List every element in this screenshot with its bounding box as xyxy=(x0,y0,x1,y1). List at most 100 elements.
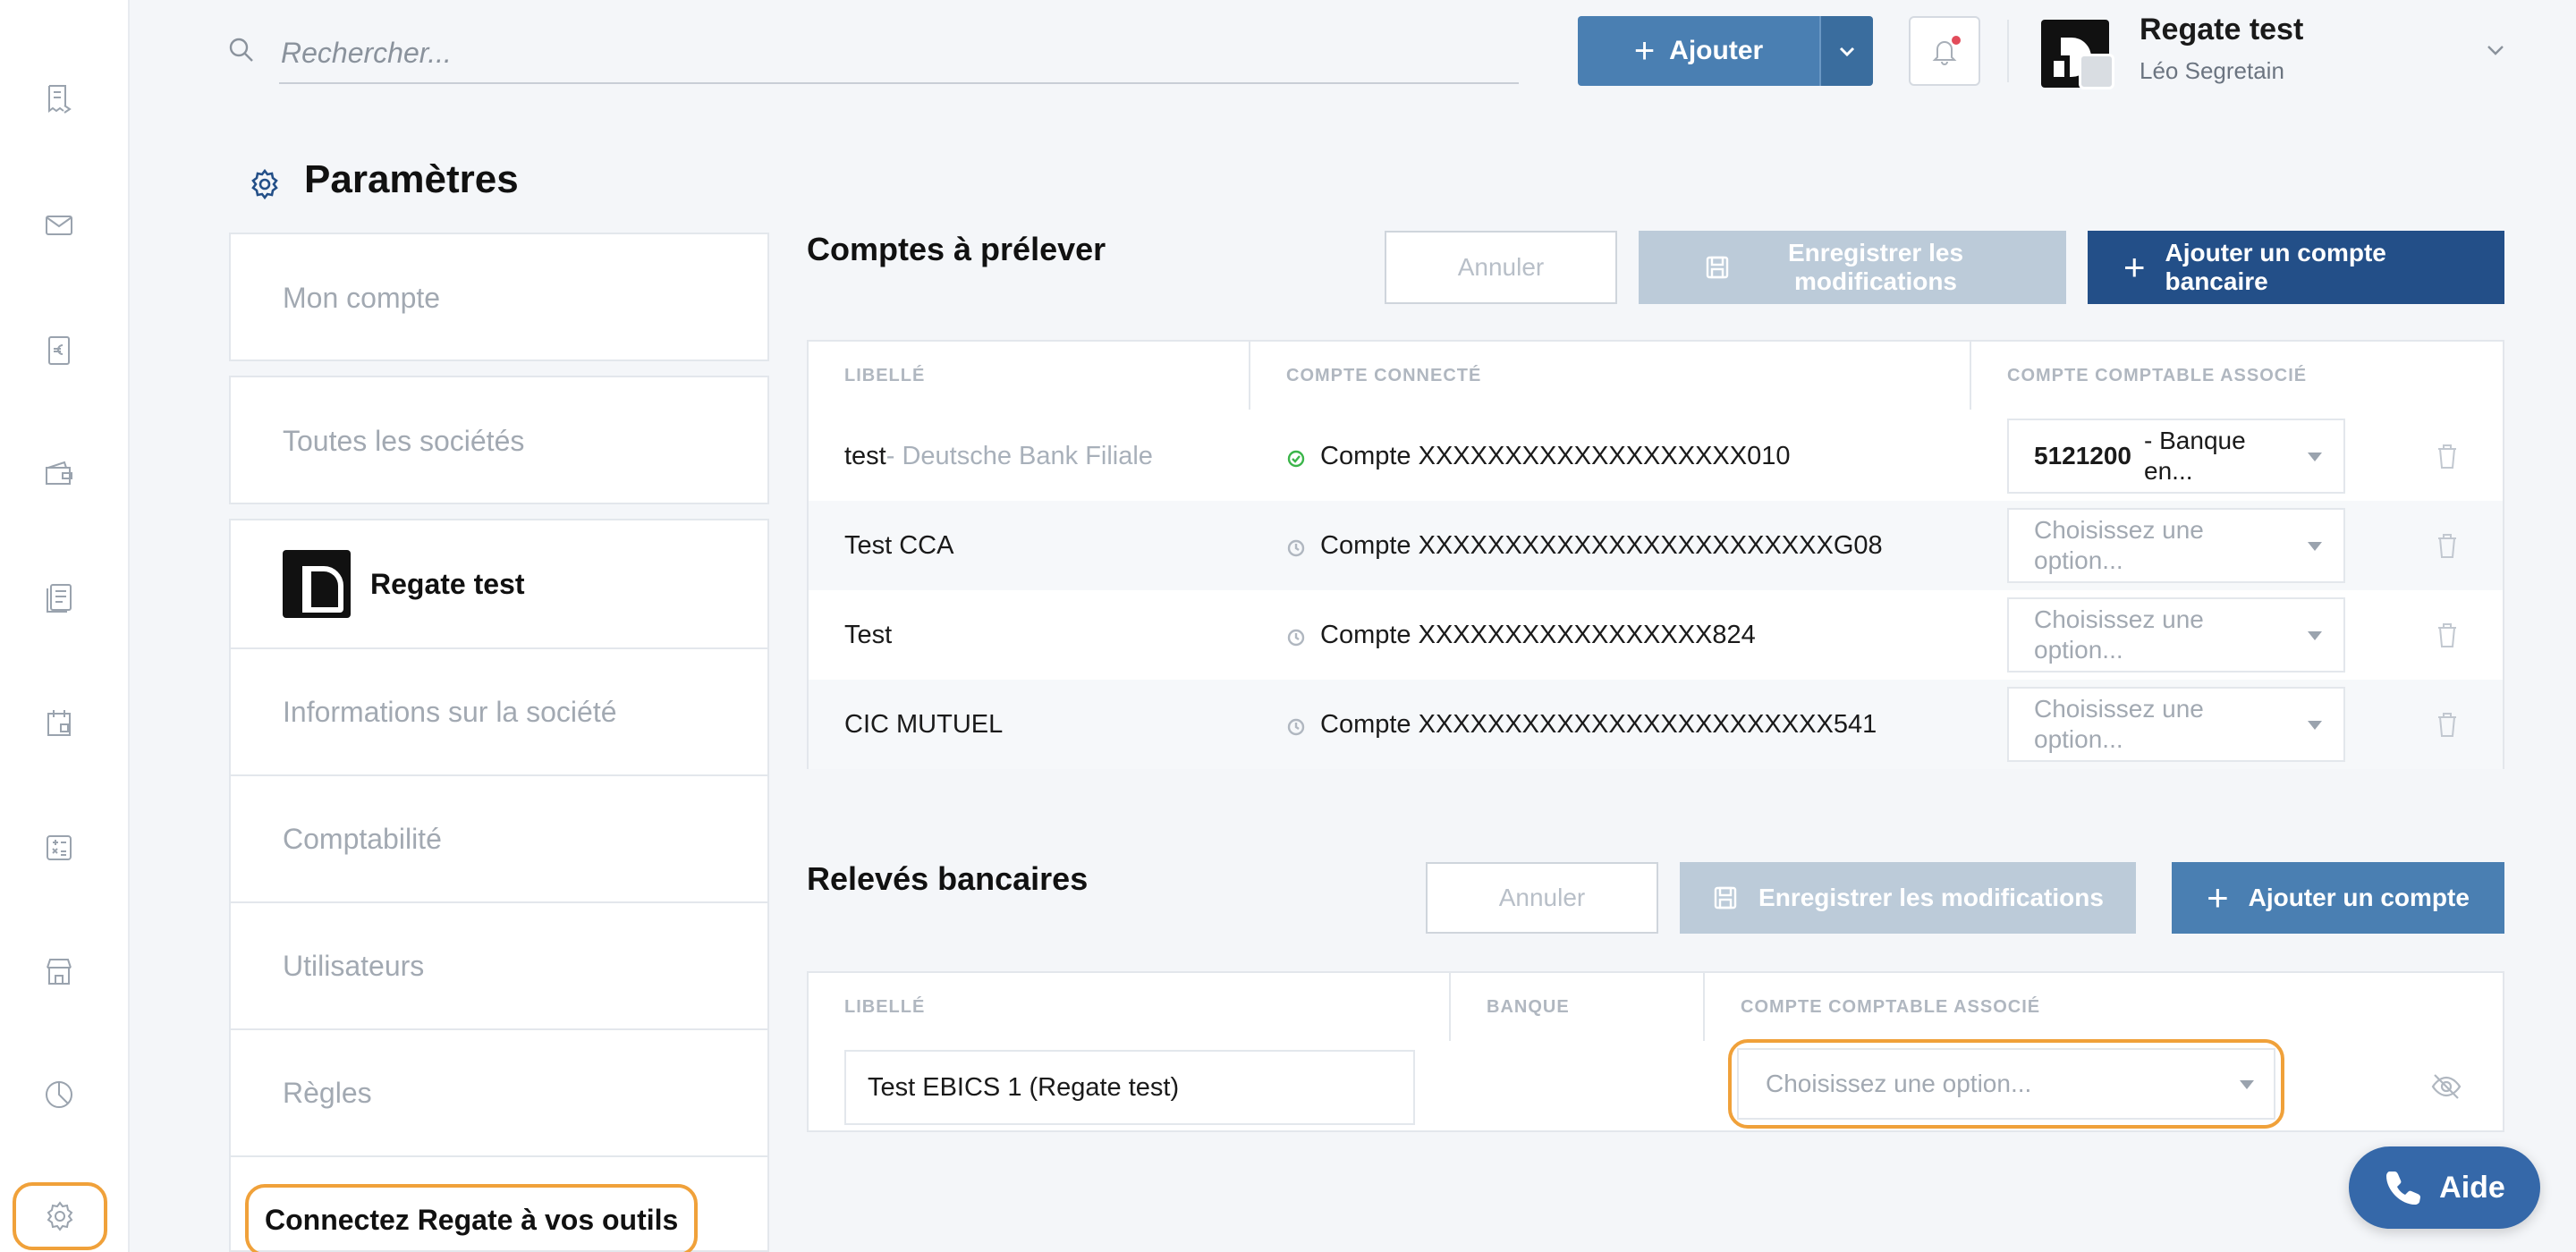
notification-dot xyxy=(1952,36,1961,45)
nav-item-company-info[interactable]: Informations sur la société xyxy=(231,647,767,774)
search-input[interactable] xyxy=(279,23,1519,84)
plus-icon: + xyxy=(2207,876,2229,918)
notifications-button[interactable] xyxy=(1909,16,1980,86)
row-account-cell: Compte XXXXXXXXXXXXXXXXXXX010 xyxy=(1286,411,1791,501)
row-label: CIC MUTUEL xyxy=(844,709,1004,739)
nav-card-company-settings: Regate test Informations sur la société … xyxy=(229,519,769,1252)
add-bank-account-label: Ajouter un compte bancaire xyxy=(2165,238,2386,295)
caret-down-icon xyxy=(2308,453,2322,461)
nav-item-users[interactable]: Utilisateurs xyxy=(231,901,767,1028)
row-label: Test xyxy=(844,620,893,649)
statement-ledger-select-highlight: Choisissez une option... xyxy=(1728,1039,2284,1129)
row-label: Test CCA xyxy=(844,530,954,560)
help-button[interactable]: Aide xyxy=(2349,1146,2540,1229)
calendar-icon[interactable] xyxy=(36,699,82,746)
current-company-name: Regate test xyxy=(2140,13,2304,47)
documents-icon[interactable] xyxy=(36,574,82,621)
nav-company-name: Regate test xyxy=(370,567,525,600)
column-separator xyxy=(1703,973,1705,1041)
avatar[interactable] xyxy=(2079,54,2114,89)
select-placeholder: Choisissez une option... xyxy=(1766,1070,2032,1097)
table-row: Test EBICS 1 (Regate test) Choisissez un… xyxy=(809,1039,2503,1132)
bank-statements-table: Libellé Banque Compte comptable associé … xyxy=(807,971,2504,1132)
trash-icon[interactable] xyxy=(2431,529,2463,562)
nav-item-accounting[interactable]: Comptabilité xyxy=(231,774,767,901)
ledger-label: - Banque en... xyxy=(2144,427,2246,485)
trash-icon[interactable] xyxy=(2431,708,2463,740)
plus-icon: + xyxy=(2123,246,2146,288)
ledger-account-select[interactable]: Choisissez une option... xyxy=(2007,597,2345,673)
add-button-label: Ajouter xyxy=(1669,36,1764,65)
table-row: CIC MUTUEL Compte XXXXXXXXXXXXXXXXXXXXXX… xyxy=(809,680,2503,769)
add-dropdown-toggle[interactable] xyxy=(1819,16,1873,86)
nav-card-companies: Toutes les sociétés xyxy=(229,376,769,504)
calculator-icon[interactable] xyxy=(36,825,82,871)
nav-item-all-companies[interactable]: Toutes les sociétés xyxy=(231,377,767,504)
statements-cancel-button[interactable]: Annuler xyxy=(1426,862,1658,934)
phone-icon xyxy=(2386,1172,2421,1205)
save-icon xyxy=(1714,886,1737,909)
nav-company-header[interactable]: Regate test xyxy=(231,520,767,647)
statements-save-label: Enregistrer les modifications xyxy=(1758,884,2104,911)
nav-item-my-account[interactable]: Mon compte xyxy=(231,234,767,361)
ledger-account-select[interactable]: Choisissez une option... xyxy=(2007,687,2345,762)
bank-statements-title: Relevés bancaires xyxy=(807,860,1089,897)
trash-icon[interactable] xyxy=(2431,440,2463,472)
col-header-ledger-account: Compte comptable associé xyxy=(1741,996,2041,1017)
caret-down-icon xyxy=(2240,1080,2254,1089)
connected-check-icon xyxy=(1286,446,1306,468)
eye-off-icon[interactable] xyxy=(2429,1070,2463,1104)
add-bank-account-button[interactable]: + Ajouter un compte bancaire xyxy=(2088,231,2504,304)
nav-item-rules[interactable]: Règles xyxy=(231,1028,767,1155)
invoices-icon[interactable] xyxy=(36,75,82,122)
nav-card-account: Mon compte xyxy=(229,233,769,361)
store-icon[interactable] xyxy=(36,948,82,994)
add-button[interactable]: + Ajouter xyxy=(1578,16,1819,86)
add-account-label: Ajouter un compte xyxy=(2248,884,2470,911)
row-account-cell: Compte XXXXXXXXXXXXXXXXXXXXXXXXG08 xyxy=(1286,501,1883,590)
pending-clock-icon xyxy=(1286,625,1306,647)
ledger-account-select[interactable]: 5121200 - Banque en... xyxy=(2007,419,2345,494)
wallet-icon[interactable] xyxy=(36,451,82,497)
col-header-label: Libellé xyxy=(844,365,926,385)
row-account-cell: Compte XXXXXXXXXXXXXXXXX824 xyxy=(1286,590,1756,680)
table-row: Test Compte XXXXXXXXXXXXXXXXX824 Choisis… xyxy=(809,590,2503,680)
settings-icon[interactable] xyxy=(13,1182,107,1250)
pie-chart-icon[interactable] xyxy=(36,1071,82,1118)
add-account-button[interactable]: + Ajouter un compte xyxy=(2172,862,2504,934)
page-title: Paramètres xyxy=(304,157,519,201)
plus-icon: + xyxy=(1633,31,1656,71)
statement-label-input[interactable]: Test EBICS 1 (Regate test) xyxy=(844,1050,1415,1125)
table-row: Test CCA Compte XXXXXXXXXXXXXXXXXXXXXXXX… xyxy=(809,501,2503,590)
pending-clock-icon xyxy=(1286,536,1306,557)
chevron-down-icon xyxy=(1839,47,1855,57)
column-separator xyxy=(1249,342,1250,410)
ledger-account-select[interactable]: Choisissez une option... xyxy=(2007,508,2345,583)
row-label-cell: test - Deutsche Bank Filiale xyxy=(844,411,1153,501)
caret-down-icon xyxy=(2308,631,2322,640)
row-account-number: Compte XXXXXXXXXXXXXXXXX824 xyxy=(1320,620,1756,649)
profile-chevron-down-icon[interactable] xyxy=(2483,38,2508,63)
col-header-connected-account: Compte connecté xyxy=(1286,365,1482,385)
caret-down-icon xyxy=(2308,721,2322,730)
nav-item-integrations-label: Connectez Regate à vos outils xyxy=(245,1183,699,1252)
table-row: test - Deutsche Bank Filiale Compte XXXX… xyxy=(809,411,2503,501)
search-icon xyxy=(227,36,256,64)
current-user-name: Léo Segretain xyxy=(2140,57,2284,84)
trash-icon[interactable] xyxy=(2431,619,2463,651)
col-header-ledger-account: Compte comptable associé xyxy=(2007,365,2308,385)
debit-save-button[interactable]: Enregistrer les modifications xyxy=(1639,231,2066,304)
debit-cancel-button[interactable]: Annuler xyxy=(1385,231,1617,304)
nav-item-integrations[interactable]: Connectez Regate à vos outils xyxy=(231,1155,767,1252)
debit-accounts-title: Comptes à prélever xyxy=(807,231,1106,267)
pending-clock-icon xyxy=(1286,715,1306,736)
debit-save-label: Enregistrer les modifications xyxy=(1787,238,1964,295)
statements-save-button[interactable]: Enregistrer les modifications xyxy=(1680,862,2136,934)
left-icon-rail xyxy=(0,0,130,1252)
mail-icon[interactable] xyxy=(36,202,82,249)
row-account-cell: Compte XXXXXXXXXXXXXXXXXXXXXXXX541 xyxy=(1286,680,1877,769)
statement-ledger-select[interactable]: Choisissez une option... xyxy=(1737,1048,2275,1120)
euro-receipt-icon[interactable] xyxy=(36,327,82,374)
caret-down-icon xyxy=(2308,542,2322,551)
column-separator xyxy=(1970,342,1971,410)
